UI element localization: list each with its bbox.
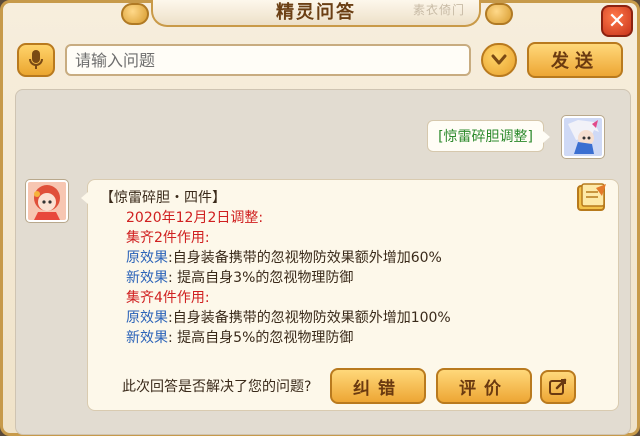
edit-icon (549, 378, 567, 395)
new-effect-text: : 提高自身3%的忽视物理防御 (168, 270, 354, 286)
old-effect-text: :自身装备携带的忽视物防效果额外增加100% (168, 310, 451, 326)
old-effect-label: 原效果 (126, 250, 168, 266)
send-button[interactable]: 发送 (527, 42, 623, 78)
answer-text: 【惊雷碎胆・四件】 2020年12月2日调整: 集齐2件作用: 原效果:自身装备… (100, 188, 451, 348)
feedback-question: 此次回答是否解决了您的问题? (122, 379, 312, 395)
set2-title: 集齐2件作用: (126, 230, 210, 246)
user-message-text: [惊雷碎胆调整] (438, 129, 533, 145)
user-message: [惊雷碎胆调整] (427, 120, 550, 152)
window-title: 精灵问答 (276, 2, 356, 23)
question-input[interactable] (67, 46, 469, 74)
edit-button[interactable] (540, 370, 576, 404)
question-input-box[interactable] (65, 44, 471, 76)
answer-bubble: 【惊雷碎胆・四件】 2020年12月2日调整: 集齐2件作用: 原效果:自身装备… (81, 179, 619, 411)
title-banner: 精灵问答 素衣倚门 (151, 0, 481, 27)
new-effect-label: 新效果 (126, 270, 168, 286)
new-effect-text: : 提高自身5%的忽视物理防御 (168, 330, 354, 346)
bot-avatar (26, 180, 68, 222)
new-effect-label: 新效果 (126, 330, 168, 346)
set4-old-effect: 原效果:自身装备携带的忽视物防效果额外增加100% (100, 308, 451, 328)
correct-error-button[interactable]: 纠错 (330, 368, 426, 404)
set4-new-effect: 新效果: 提高自身5%的忽视物理防御 (100, 328, 451, 348)
title-right-ornament (485, 3, 513, 25)
microphone-icon (29, 50, 43, 69)
close-button[interactable]: ✕ (601, 5, 633, 37)
set2-new-effect: 新效果: 提高自身3%的忽视物理防御 (100, 268, 451, 288)
set4-title: 集齐4件作用: (126, 290, 210, 306)
set2-old-effect: 原效果:自身装备携带的忽视物防效果额外增加60% (100, 248, 451, 268)
title-calligraphy: 素衣倚门 (412, 3, 465, 17)
old-effect-text: :自身装备携带的忽视物防效果额外增加60% (168, 250, 442, 266)
old-effect-label: 原效果 (126, 310, 168, 326)
answer-date: 2020年12月2日调整: (126, 210, 264, 226)
voice-input-button[interactable] (17, 43, 55, 77)
title-left-ornament (121, 3, 149, 25)
user-avatar (562, 116, 604, 158)
history-dropdown-button[interactable] (481, 43, 517, 77)
qa-window: 精灵问答 素衣倚门 ✕ 发送 [惊雷碎胆调整] (0, 0, 640, 436)
answer-heading: 【惊雷碎胆・四件】 (100, 190, 226, 206)
rate-button[interactable]: 评价 (436, 368, 532, 404)
close-icon: ✕ (607, 8, 627, 34)
chevron-down-icon (491, 54, 507, 65)
book-icon[interactable] (576, 182, 610, 212)
